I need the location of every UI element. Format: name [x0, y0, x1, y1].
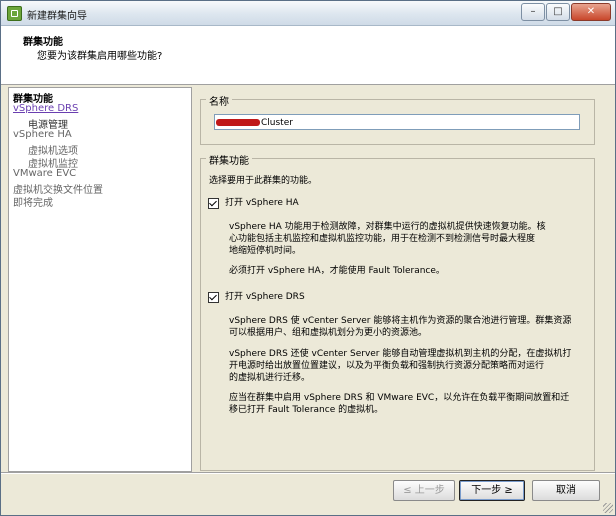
window-title: 新建群集向导 — [27, 11, 87, 22]
nav-item-ready-to-complete[interactable]: 即将完成 — [13, 194, 53, 209]
ha-checkbox[interactable] — [208, 198, 219, 209]
page-title: 群集功能 — [23, 37, 63, 48]
title-bar[interactable]: 新建群集向导 – □ ✕ — [1, 1, 615, 26]
wizard-header: 群集功能 您要为该群集启用哪些功能? — [1, 26, 615, 85]
next-button[interactable]: 下一步 ≥ — [459, 480, 525, 501]
ha-fault-tolerance-note: 必须打开 vSphere HA，才能使用 Fault Tolerance。 — [229, 266, 445, 276]
features-group-label: 群集功能 — [206, 152, 252, 167]
wizard-window: 新建群集向导 – □ ✕ 群集功能 您要为该群集启用哪些功能? 群集功能 vSp… — [0, 0, 616, 516]
ha-description-line: 心功能包括主机监控和虚拟机监控功能，用于在检测不到检测信号时最大程度 — [229, 234, 536, 244]
drs-description-line: vSphere DRS 还使 vCenter Server 能够自动管理虚拟机到… — [229, 349, 572, 359]
features-instruction: 选择要用于此群集的功能。 — [209, 176, 318, 186]
resize-grip-icon[interactable] — [603, 503, 613, 513]
maximize-button[interactable]: □ — [546, 3, 570, 21]
drs-checkbox-label[interactable]: 打开 vSphere DRS — [225, 291, 305, 303]
redaction-mark — [216, 119, 260, 126]
nav-item-vsphere-drs[interactable]: vSphere DRS — [13, 103, 78, 114]
drs-description-line: 可以根据用户、组和虚拟机划分为更小的资源池。 — [229, 328, 428, 338]
close-button[interactable]: ✕ — [571, 3, 611, 21]
ha-description-line: 地缩短停机时间。 — [229, 246, 302, 256]
drs-description-line: 开电源时给出放置位置建议，以及为平衡负载和强制执行资源分配策略而对运行 — [229, 361, 545, 371]
nav-item-vsphere-ha[interactable]: vSphere HA — [13, 129, 72, 140]
drs-description-line: 的虚拟机进行迁移。 — [229, 373, 311, 383]
drs-description-line: vSphere DRS 使 vCenter Server 能够将主机作为资源的聚… — [229, 316, 572, 326]
cancel-button[interactable]: 取消 — [532, 480, 600, 501]
wizard-steps-nav: 群集功能 vSphere DRS 电源管理 vSphere HA 虚拟机选项 虚… — [8, 87, 192, 472]
cluster-name-input[interactable]: Cluster — [214, 114, 580, 130]
vsphere-app-icon — [7, 6, 22, 21]
cluster-name-value: Cluster — [261, 118, 293, 128]
minimize-button[interactable]: – — [521, 3, 545, 21]
drs-evc-note-line: 移已打开 Fault Tolerance 的虚拟机。 — [229, 405, 384, 415]
name-group-label: 名称 — [206, 93, 232, 108]
drs-evc-note-line: 应当在群集中启用 vSphere DRS 和 VMware EVC，以允许在负载… — [229, 393, 570, 403]
nav-item-vmware-evc[interactable]: VMware EVC — [13, 168, 76, 179]
ha-description-line: vSphere HA 功能用于检测故障，对群集中运行的虚拟机提供快速恢复功能。核 — [229, 222, 546, 232]
page-subtitle: 您要为该群集启用哪些功能? — [37, 51, 163, 62]
footer-divider — [1, 472, 615, 474]
back-button[interactable]: ≤ 上一步 — [393, 480, 455, 501]
ha-checkbox-label[interactable]: 打开 vSphere HA — [225, 197, 299, 209]
drs-checkbox[interactable] — [208, 292, 219, 303]
